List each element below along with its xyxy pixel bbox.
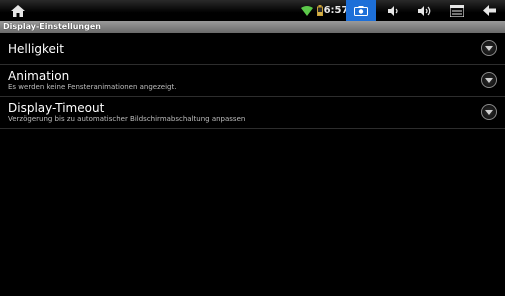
menu-button[interactable] — [448, 0, 466, 21]
home-icon[interactable] — [8, 0, 28, 21]
clock: 6:57 — [323, 5, 349, 16]
setting-summary: Es werden keine Fensteranimationen angez… — [8, 83, 177, 91]
volume-down-button[interactable] — [386, 0, 402, 21]
title-bar: Display-Einstellungen — [0, 21, 505, 33]
setting-title: Animation — [8, 69, 70, 83]
menu-icon — [450, 4, 464, 17]
back-button[interactable] — [480, 0, 498, 21]
setting-animation[interactable]: Animation Es werden keine Fensteranimati… — [0, 65, 505, 97]
setting-title: Display-Timeout — [8, 101, 105, 115]
screenshot-icon — [354, 5, 368, 16]
screenshot-button[interactable] — [346, 0, 376, 21]
volume-down-icon — [388, 5, 398, 16]
volume-up-button[interactable] — [417, 0, 433, 21]
chevron-down-icon — [481, 104, 497, 120]
status-bar: 6:57 — [0, 0, 505, 21]
chevron-down-icon — [481, 72, 497, 88]
wifi-icon — [300, 0, 314, 21]
page-title: Display-Einstellungen — [3, 22, 101, 31]
setting-summary: Verzögerung bis zu automatischer Bildsch… — [8, 115, 246, 123]
setting-brightness[interactable]: Helligkeit — [0, 33, 505, 65]
setting-title: Helligkeit — [8, 42, 64, 56]
back-icon — [482, 5, 496, 16]
chevron-down-icon — [481, 40, 497, 56]
volume-up-icon — [418, 5, 431, 16]
setting-display-timeout[interactable]: Display-Timeout Verzögerung bis zu autom… — [0, 97, 505, 129]
